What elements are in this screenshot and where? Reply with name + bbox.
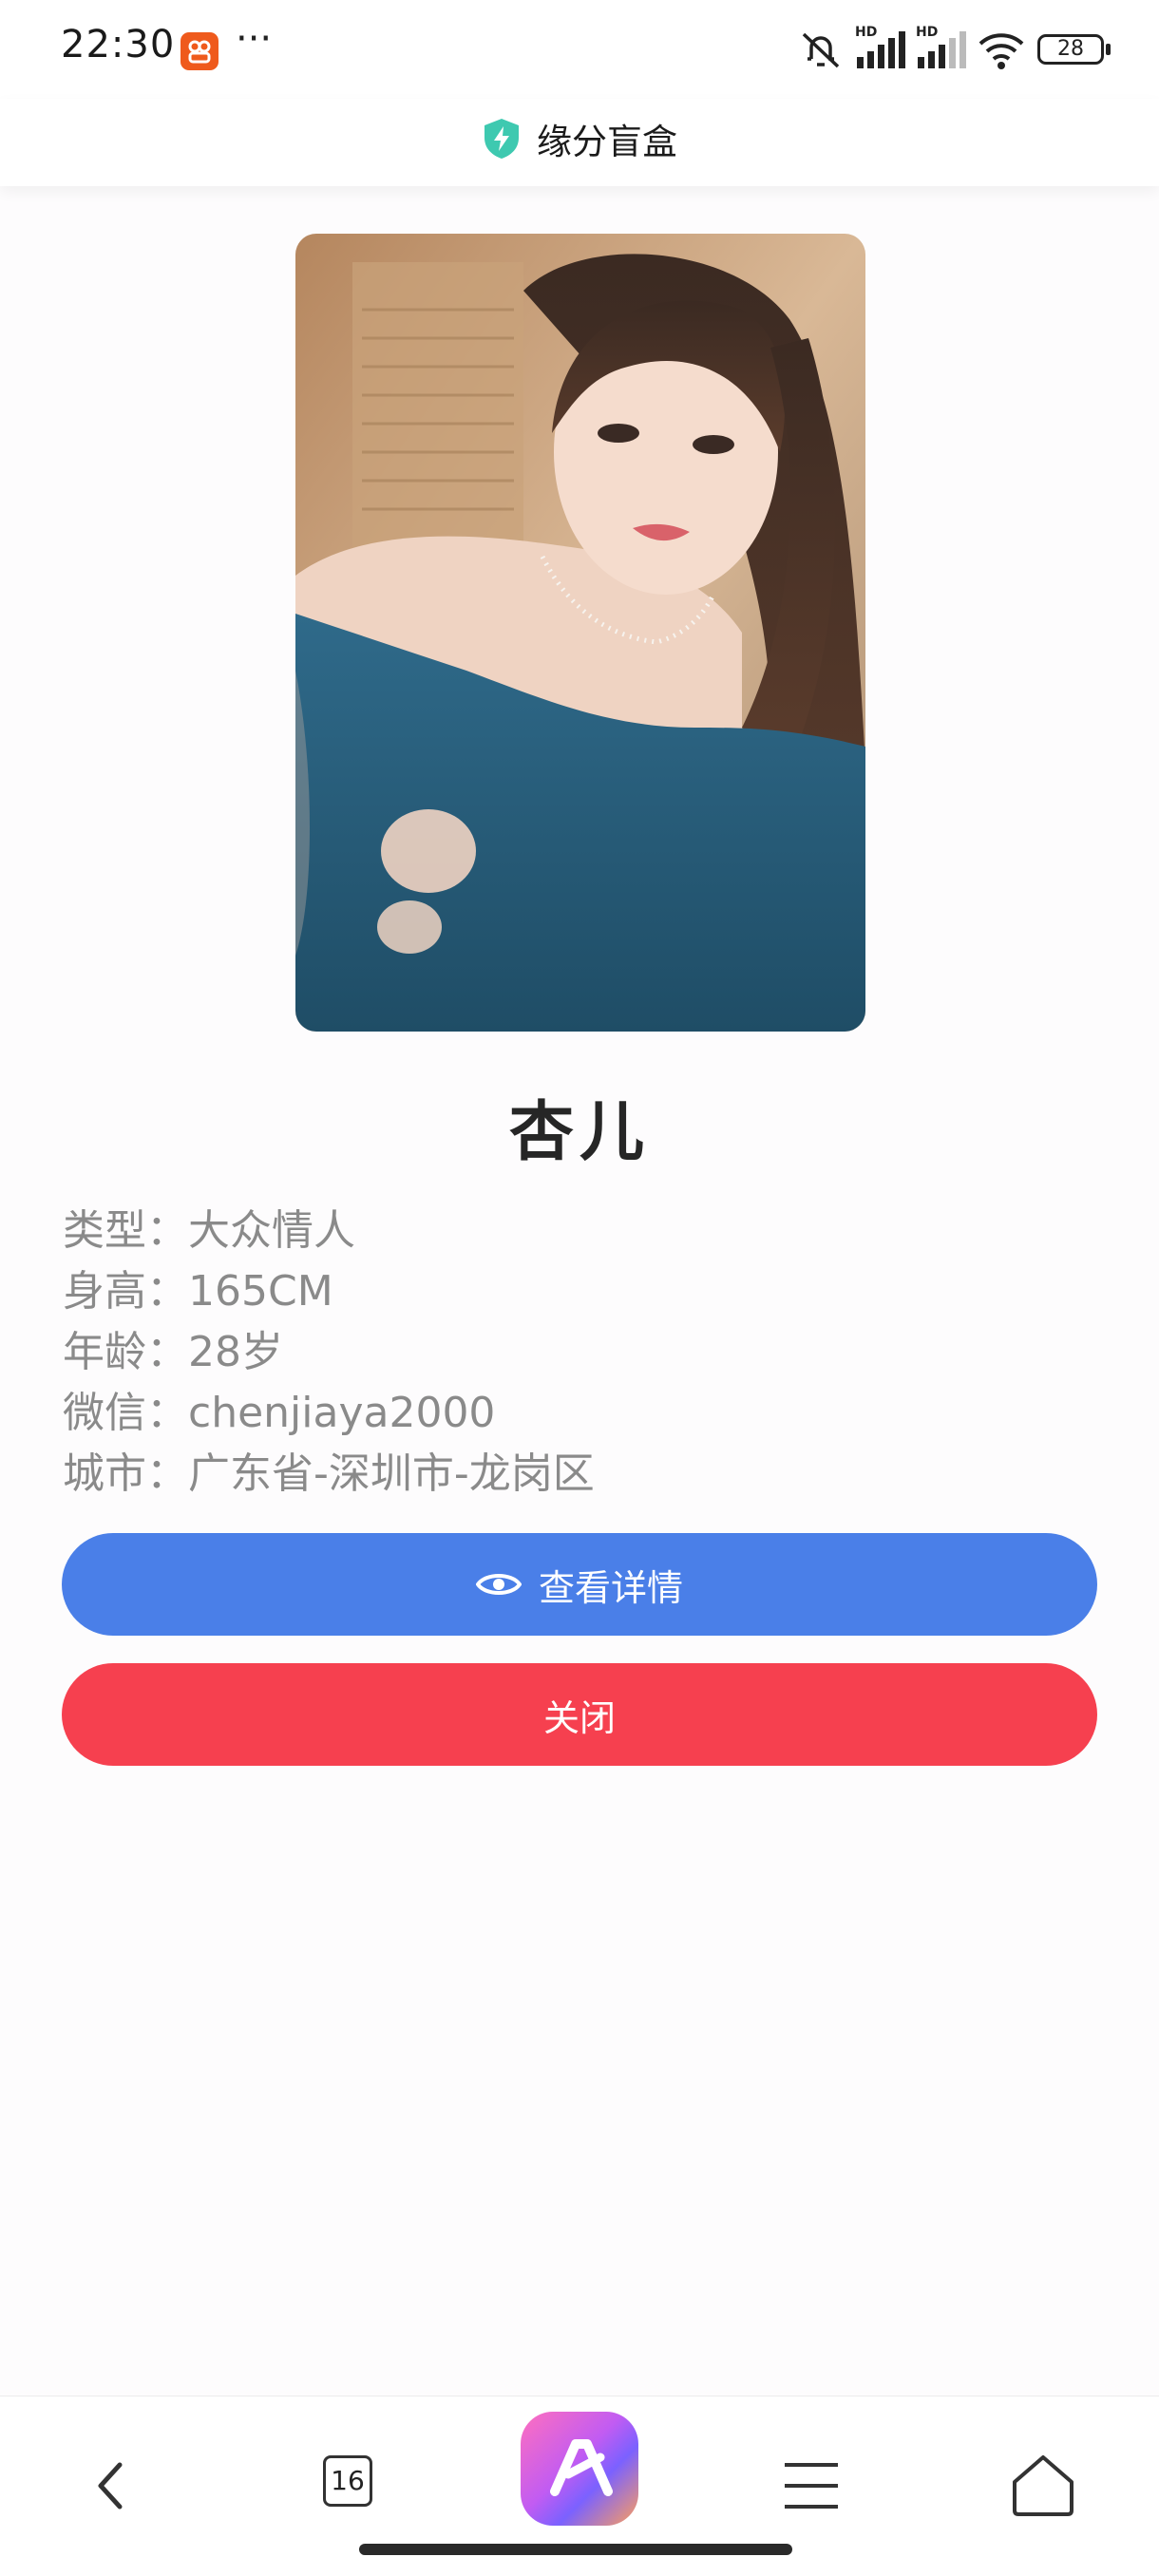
info-row-wechat: 微信：chenjiaya2000 bbox=[63, 1383, 595, 1444]
app-header: 缘分盲盒 bbox=[0, 99, 1159, 186]
back-button[interactable] bbox=[76, 2448, 152, 2524]
profile-info: 类型：大众情人 身高：165CM 年龄：28岁 微信：chenjiaya2000… bbox=[63, 1201, 595, 1505]
app-launcher-button[interactable] bbox=[521, 2412, 638, 2526]
eye-icon bbox=[475, 1574, 522, 1595]
menu-button[interactable] bbox=[773, 2448, 849, 2524]
info-label: 年龄： bbox=[63, 1328, 188, 1376]
battery-tip bbox=[1106, 44, 1111, 55]
signal-icon-2 bbox=[918, 31, 966, 68]
wifi-icon bbox=[978, 33, 1024, 69]
home-button[interactable] bbox=[1005, 2448, 1081, 2524]
info-label: 微信： bbox=[63, 1389, 188, 1437]
app-launcher-icon bbox=[550, 2439, 613, 2496]
info-label: 类型： bbox=[63, 1206, 188, 1255]
info-row-type: 类型：大众情人 bbox=[63, 1201, 595, 1261]
notification-app-icon bbox=[180, 32, 218, 70]
tabs-icon: 16 bbox=[323, 2455, 372, 2507]
mute-bell-icon bbox=[802, 32, 840, 68]
tabs-button[interactable]: 16 bbox=[315, 2448, 391, 2524]
profile-photo bbox=[295, 234, 865, 1032]
profile-name: 杏儿 bbox=[508, 1095, 650, 1170]
info-value: chenjiaya2000 bbox=[188, 1389, 496, 1437]
app-page: 22:30 ··· HD HD 28 缘分盲盒 杏儿 类型：大众情人 身高：16… bbox=[0, 0, 1159, 2576]
info-row-height: 身高：165CM bbox=[63, 1261, 595, 1322]
more-notifications-icon: ··· bbox=[236, 17, 273, 61]
info-label: 城市： bbox=[63, 1449, 188, 1498]
info-value: 大众情人 bbox=[188, 1206, 355, 1255]
info-value: 广东省-深圳市-龙岗区 bbox=[188, 1449, 595, 1498]
shield-bolt-icon bbox=[484, 119, 519, 159]
view-details-button[interactable]: 查看详情 bbox=[62, 1533, 1097, 1636]
info-value: 165CM bbox=[188, 1267, 333, 1316]
home-icon bbox=[1013, 2455, 1074, 2516]
battery-icon: 28 bbox=[1037, 34, 1104, 65]
status-icons: HD HD 28 bbox=[798, 25, 1121, 72]
signal-icon bbox=[857, 31, 905, 68]
back-icon bbox=[98, 2462, 123, 2510]
info-label: 身高： bbox=[63, 1267, 188, 1316]
home-indicator[interactable] bbox=[359, 2544, 792, 2555]
page-title: 缘分盲盒 bbox=[537, 122, 677, 162]
menu-icon bbox=[785, 2463, 838, 2509]
close-button[interactable]: 关闭 bbox=[62, 1663, 1097, 1766]
battery-level: 28 bbox=[1057, 37, 1084, 61]
status-time: 22:30 bbox=[61, 23, 176, 66]
status-bar: 22:30 ··· HD HD 28 bbox=[0, 0, 1159, 99]
close-label: 关闭 bbox=[542, 1696, 616, 1739]
info-row-city: 城市：广东省-深圳市-龙岗区 bbox=[63, 1444, 595, 1505]
view-details-label: 查看详情 bbox=[538, 1566, 683, 1609]
portrait-photo bbox=[295, 234, 865, 1032]
info-row-age: 年龄：28岁 bbox=[63, 1322, 595, 1383]
info-value: 28岁 bbox=[188, 1328, 283, 1376]
